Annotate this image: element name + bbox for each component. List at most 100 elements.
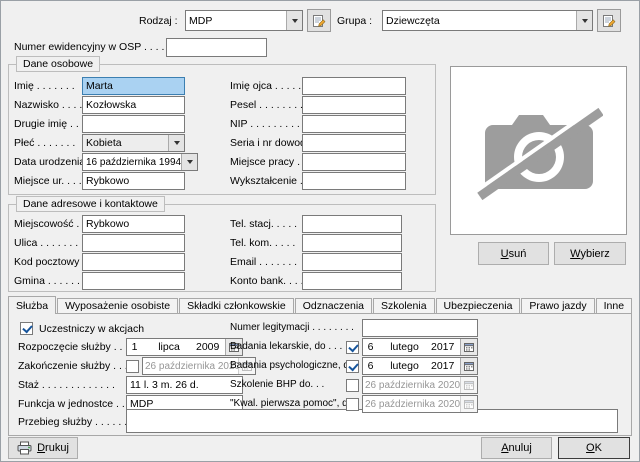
edit-icon xyxy=(312,14,326,28)
tel-stacj-label: Tel. stacj. . . . . xyxy=(230,218,297,230)
szkolenie-bhp-label: Szkolenie BHP do. . . xyxy=(230,379,324,391)
data-urodzenia-picker[interactable]: 16 października 1994 xyxy=(82,153,198,171)
badania-lekarskie-date-picker[interactable]: 6 lutego 2017 xyxy=(362,338,478,356)
chevron-down-icon xyxy=(576,11,592,30)
usun-button[interactable]: Usuń xyxy=(478,242,549,265)
nip-input[interactable] xyxy=(302,115,406,133)
rozpoczecie-label: Rozpoczęcie służby . . . . . xyxy=(18,341,140,353)
date-year: 2009 xyxy=(196,341,225,353)
date-day: 6 xyxy=(363,360,378,372)
staz-input[interactable]: 11 l. 3 m. 26 d. xyxy=(126,376,243,394)
calendar-button[interactable] xyxy=(460,339,477,355)
date-day: 1 xyxy=(127,341,142,353)
pesel-input[interactable] xyxy=(302,96,406,114)
kwal-pierwsza-pomoc-date-picker[interactable]: 26 października 2020 xyxy=(362,395,478,413)
calendar-button[interactable] xyxy=(460,396,477,412)
tel-stacj-input[interactable] xyxy=(302,215,402,233)
data-urodzenia-label: Data urodzenia . xyxy=(14,156,91,168)
tab-ubezpieczenia[interactable]: Ubezpieczenia xyxy=(436,298,521,313)
calendar-button[interactable] xyxy=(460,358,477,374)
tab-inne[interactable]: Inne xyxy=(596,298,632,313)
ulica-input[interactable] xyxy=(82,234,185,252)
badania-psychologiczne-date-picker[interactable]: 6 lutego 2017 xyxy=(362,357,478,375)
badania-lekarskie-checkbox[interactable] xyxy=(346,341,359,354)
wyksztalcenie-input[interactable] xyxy=(302,172,406,190)
numer-legitymacji-input[interactable] xyxy=(362,319,478,337)
calendar-icon xyxy=(464,380,474,390)
tab-skladki-czlonkowskie[interactable]: Składki członkowskie xyxy=(179,298,294,313)
numer-ewidencyjny-input[interactable] xyxy=(166,38,267,57)
konto-bank-label: Konto bank. . . . xyxy=(230,275,304,287)
kwal-pierwsza-pomoc-checkbox[interactable] xyxy=(346,398,359,411)
date-day: 6 xyxy=(363,341,378,353)
no-photo-camera-icon xyxy=(475,99,603,203)
miejsce-ur-input[interactable]: Rybkowo xyxy=(82,172,185,190)
calendar-icon xyxy=(464,361,474,371)
date-value: 26 października 2020 xyxy=(363,380,460,391)
imie-ojca-input[interactable] xyxy=(302,77,406,95)
miejsce-ur-label: Miejsce ur. . . . . xyxy=(14,175,88,187)
date-value: 26 października 2020 xyxy=(143,361,238,372)
dane-osobowe-title: Dane osobowe xyxy=(16,56,100,72)
plec-combobox[interactable]: Kobieta xyxy=(82,134,185,152)
nazwisko-input[interactable]: Kozłowska xyxy=(82,96,185,114)
nazwisko-label: Nazwisko . . . . xyxy=(14,99,82,111)
uczestniczy-checkbox[interactable] xyxy=(20,322,33,335)
miejsce-pracy-label: Miejsce pracy . . . xyxy=(230,156,312,168)
drukuj-button[interactable]: Drukuj xyxy=(8,437,78,459)
szkolenie-bhp-checkbox[interactable] xyxy=(346,379,359,392)
email-input[interactable] xyxy=(302,253,402,271)
calendar-button[interactable] xyxy=(460,377,477,393)
tab-odznaczenia[interactable]: Odznaczenia xyxy=(295,298,372,313)
staz-label: Staż . . . . . . . . . . . . . xyxy=(18,379,115,391)
wybierz-button[interactable]: Wybierz xyxy=(554,242,626,265)
funkcja-label: Funkcja w jednostce . . . . xyxy=(18,398,136,410)
rodzaj-edit-button[interactable] xyxy=(307,9,331,32)
wyksztalcenie-label: Wykształcenie . . xyxy=(230,175,309,187)
date-year: 2017 xyxy=(431,341,460,353)
grupa-value: Dziewczęta xyxy=(383,15,576,27)
printer-icon xyxy=(17,441,32,455)
grupa-edit-button[interactable] xyxy=(597,9,621,32)
szkolenie-bhp-date-picker[interactable]: 26 października 2020 xyxy=(362,376,478,394)
calendar-icon xyxy=(464,342,474,352)
przebieg-label: Przebieg służby . . . . . . xyxy=(18,416,127,428)
numer-ewidencyjny-label: Numer ewidencyjny w OSP . . . . . . xyxy=(14,41,176,53)
kod-pocztowy-input[interactable] xyxy=(82,253,185,271)
pesel-label: Pesel . . . . . . . . . xyxy=(230,99,309,111)
ulica-label: Ulica . . . . . . . . xyxy=(14,237,84,249)
date-value: 26 października 2020 xyxy=(363,399,460,410)
zakonczenie-label: Zakończenie służby . . . . . xyxy=(18,360,139,372)
miejscowosc-input[interactable]: Rybkowo xyxy=(82,215,185,233)
rodzaj-combobox[interactable]: MDP xyxy=(185,10,303,31)
tab-sluzba[interactable]: Służba xyxy=(8,296,56,314)
ok-button[interactable]: OK xyxy=(558,437,630,459)
member-edit-dialog: Rodzaj : MDP Grupa : Dziewczęta Numer ew… xyxy=(0,0,640,462)
drugie-imie-label: Drugie imię . . . xyxy=(14,118,85,130)
gmina-input[interactable] xyxy=(82,272,185,290)
dane-adresowe-title: Dane adresowe i kontaktowe xyxy=(16,196,165,212)
badania-psychologiczne-checkbox[interactable] xyxy=(346,360,359,373)
photo-placeholder xyxy=(450,66,627,235)
grupa-combobox[interactable]: Dziewczęta xyxy=(382,10,593,31)
imie-ojca-label: Imię ojca . . . . . . xyxy=(230,80,307,92)
chevron-down-icon xyxy=(286,11,302,30)
tel-kom-input[interactable] xyxy=(302,234,402,252)
kod-pocztowy-label: Kod pocztowy . . xyxy=(14,256,91,268)
konto-bank-input[interactable] xyxy=(302,272,402,290)
tab-szkolenia[interactable]: Szkolenia xyxy=(373,298,435,313)
imie-label: Imię . . . . . . . xyxy=(14,80,75,92)
tab-prawo-jazdy[interactable]: Prawo jazdy xyxy=(521,298,594,313)
anuluj-button[interactable]: Anuluj xyxy=(481,437,552,459)
badania-psychologiczne-label: Badania psychologiczne, do xyxy=(230,360,355,372)
uczestniczy-label: Uczestniczy w akcjach xyxy=(39,323,144,335)
date-year: 2017 xyxy=(431,360,460,372)
seria-dowodu-input[interactable] xyxy=(302,134,406,152)
tab-wyposazenie-osobiste[interactable]: Wyposażenie osobiste xyxy=(57,298,178,313)
zakonczenie-checkbox[interactable] xyxy=(126,360,139,373)
drugie-imie-input[interactable] xyxy=(82,115,185,133)
miejsce-pracy-input[interactable] xyxy=(302,153,406,171)
rozpoczecie-date-picker[interactable]: 1 lipca 2009 xyxy=(126,338,243,356)
imie-input[interactable]: Marta xyxy=(82,77,185,95)
edit-icon xyxy=(602,14,616,28)
